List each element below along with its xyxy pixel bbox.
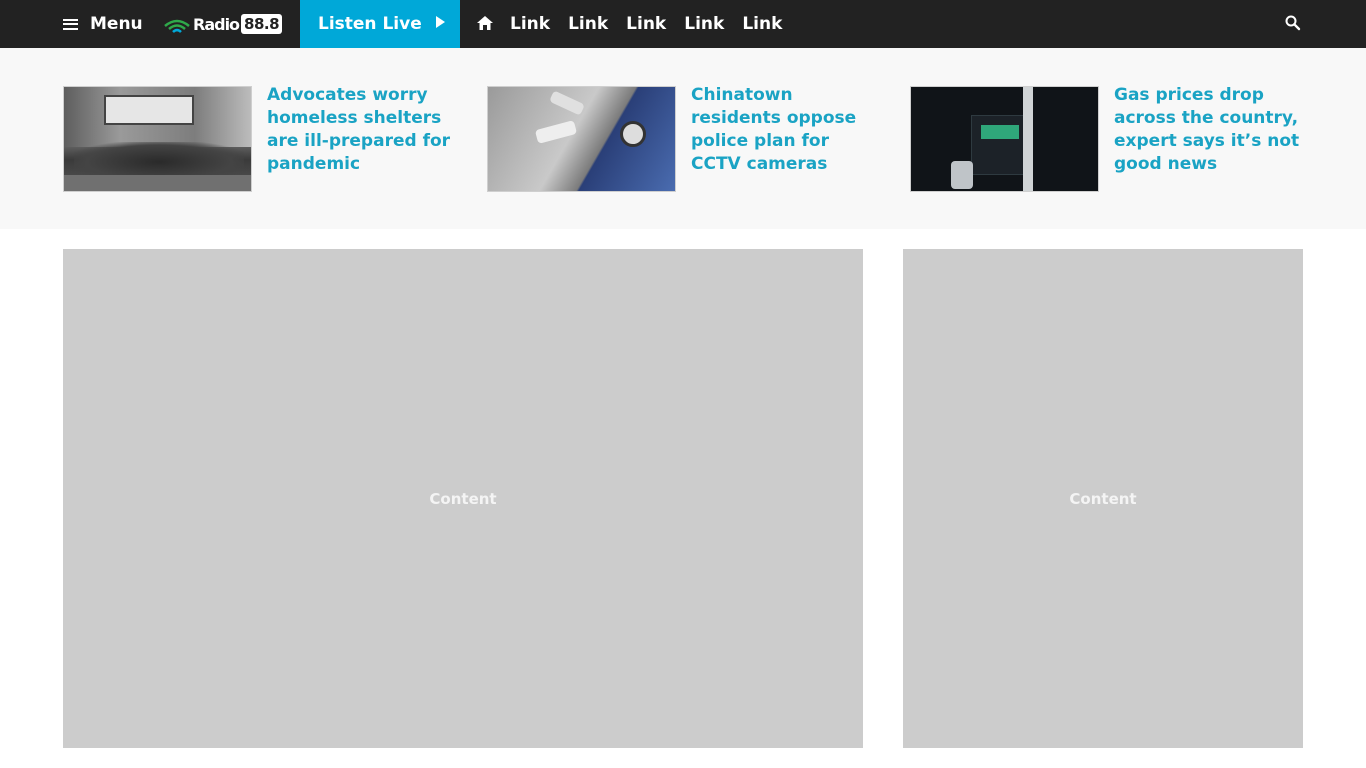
story-card[interactable]: Advocates worry homeless shelters are il… — [63, 84, 457, 192]
menu-label: Menu — [90, 14, 143, 34]
story-thumbnail[interactable] — [910, 86, 1099, 192]
nav-link-4[interactable]: Link — [684, 14, 724, 34]
story-thumbnail[interactable] — [63, 86, 252, 192]
story-headline[interactable]: Gas prices drop across the country, expe… — [1114, 84, 1304, 192]
play-icon — [435, 16, 445, 28]
top-stories-band: Advocates worry homeless shelters are il… — [0, 48, 1366, 229]
sidebar-content-placeholder: Content — [903, 249, 1303, 748]
story-headline[interactable]: Advocates worry homeless shelters are il… — [267, 84, 457, 192]
menu-button[interactable]: Menu — [63, 0, 143, 48]
nav-link-2[interactable]: Link — [568, 14, 608, 34]
signal-waves-icon — [164, 19, 190, 33]
nav-link-1[interactable]: Link — [510, 14, 550, 34]
home-icon[interactable] — [476, 14, 494, 32]
story-card[interactable]: Gas prices drop across the country, expe… — [910, 84, 1304, 192]
listen-live-label: Listen Live — [318, 14, 422, 34]
top-nav-bar: Menu Radio 88.8 Listen Live Link Link Li… — [0, 0, 1366, 48]
logo-word: Radio — [193, 14, 240, 34]
story-thumbnail[interactable] — [487, 86, 676, 192]
sidebar-content-label: Content — [1069, 489, 1137, 508]
nav-links: Link Link Link Link Link — [510, 0, 800, 48]
main-content-placeholder: Content — [63, 249, 863, 748]
search-icon[interactable] — [1284, 14, 1302, 32]
listen-live-button[interactable]: Listen Live — [300, 0, 460, 48]
nav-link-3[interactable]: Link — [626, 14, 666, 34]
hamburger-icon — [63, 18, 78, 30]
main-content-label: Content — [429, 489, 497, 508]
logo-number: 88.8 — [241, 14, 283, 34]
story-card[interactable]: Chinatown residents oppose police plan f… — [487, 84, 881, 192]
story-headline[interactable]: Chinatown residents oppose police plan f… — [691, 84, 881, 192]
nav-link-5[interactable]: Link — [742, 14, 782, 34]
site-logo[interactable]: Radio 88.8 — [163, 11, 283, 37]
